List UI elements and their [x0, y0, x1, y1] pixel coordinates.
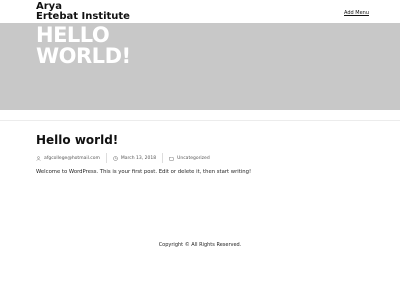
- user-icon: [36, 155, 41, 161]
- divider: [0, 120, 400, 121]
- site-title-link[interactable]: Arya Ertebat Institute: [36, 2, 130, 22]
- post-date[interactable]: March 13, 2018: [107, 153, 164, 163]
- post-category-label: Uncategorized: [177, 155, 210, 161]
- hero-title-line-1: HELLO: [36, 23, 110, 47]
- post-meta: afgcollege@hotmail.com March 13, 2018 Un…: [36, 153, 216, 163]
- post-author-label: afgcollege@hotmail.com: [44, 155, 100, 161]
- hero-title-line-2: WORLD!: [36, 44, 131, 68]
- post-category[interactable]: Uncategorized: [163, 153, 216, 163]
- hero-banner: HELLO WORLD!: [0, 23, 400, 110]
- post-author[interactable]: afgcollege@hotmail.com: [36, 153, 107, 163]
- site-header: Arya Ertebat Institute Add Menu: [0, 0, 400, 24]
- clock-icon: [113, 155, 118, 161]
- post-content: Welcome to WordPress. This is your first…: [36, 169, 252, 175]
- folder-icon: [169, 156, 174, 161]
- post-date-label: March 13, 2018: [120, 155, 157, 161]
- footer-copyright: Copyright © All Rights Reserved.: [158, 242, 242, 248]
- hero-title: HELLO WORLD!: [36, 25, 131, 67]
- site-title-line-2: Ertebat Institute: [36, 11, 130, 22]
- add-menu-link[interactable]: Add Menu: [344, 10, 369, 16]
- post-title[interactable]: Hello world!: [36, 133, 118, 147]
